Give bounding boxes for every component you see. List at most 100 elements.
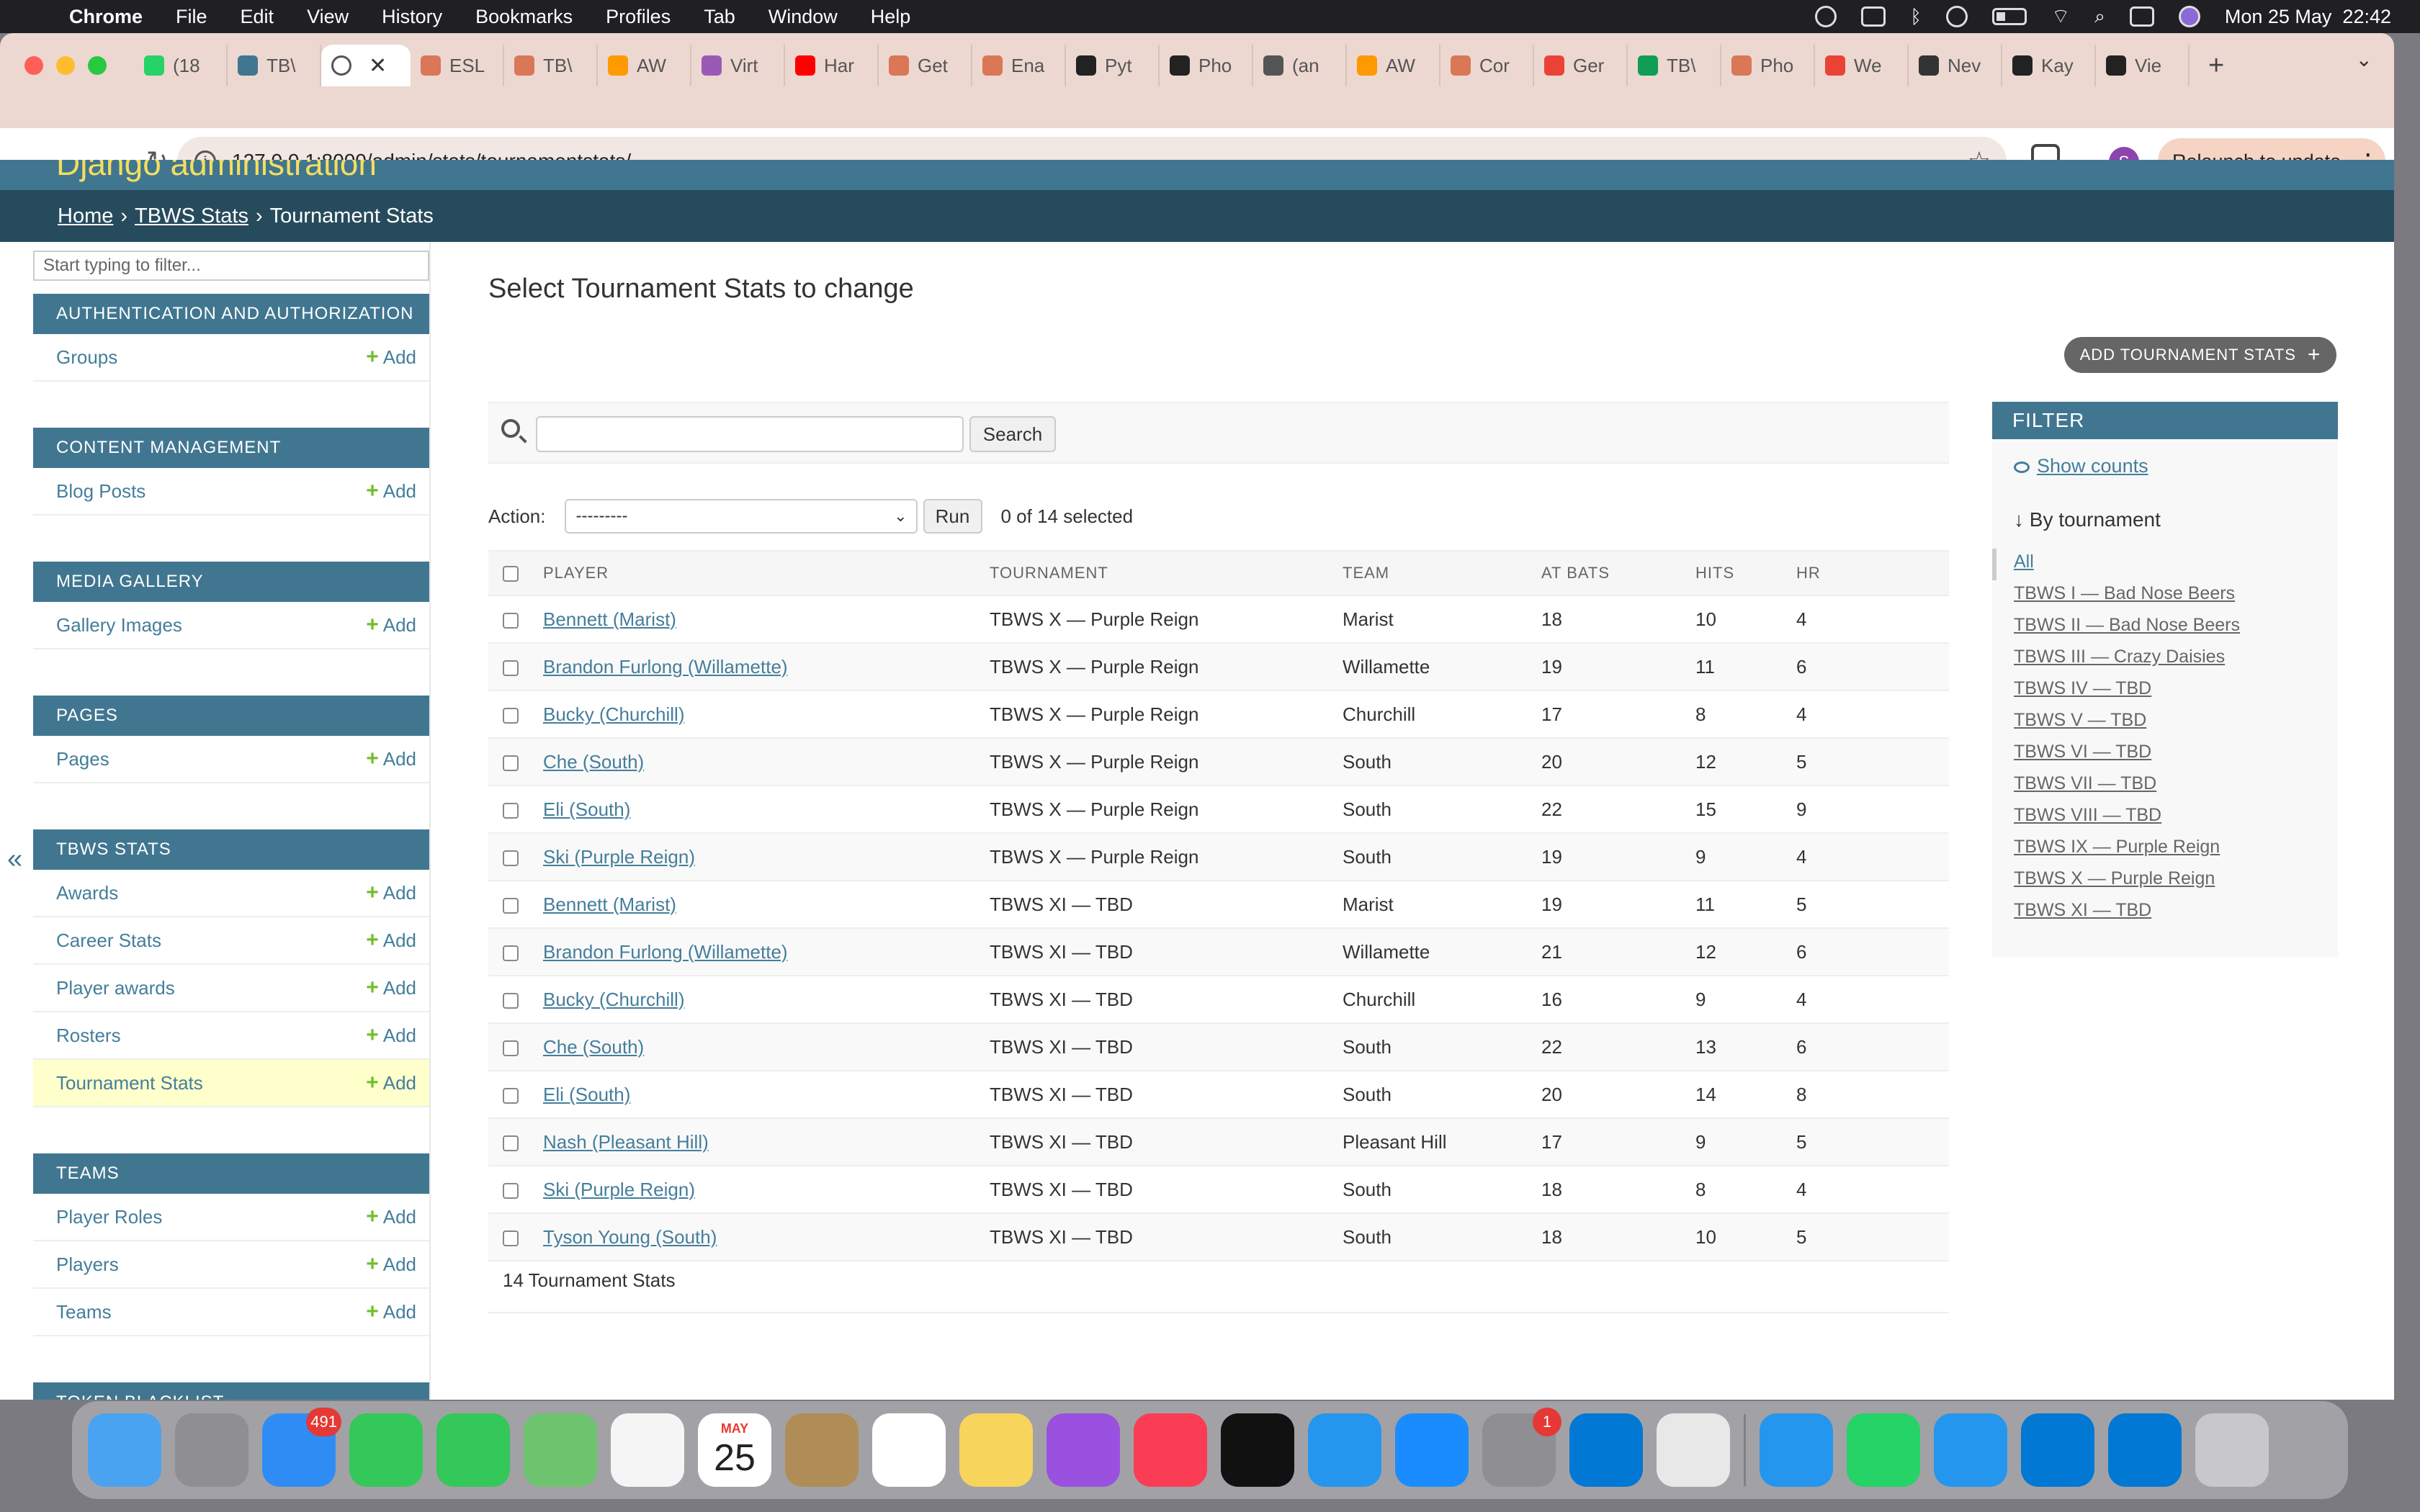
browser-tab[interactable]: Virt [691,45,785,86]
dock-vscode-icon[interactable] [2108,1413,2182,1487]
dock-chrome-icon[interactable] [1657,1413,1730,1487]
dock-app-store-icon[interactable] [1395,1413,1469,1487]
menu-item-window[interactable]: Window [768,6,838,28]
dock-docker-icon[interactable] [1934,1413,2007,1487]
row-checkbox[interactable] [503,707,519,724]
collapse-sidebar-icon[interactable]: « [7,844,22,875]
row-checkbox[interactable] [503,945,519,961]
player-link[interactable]: Eli (South) [543,1084,630,1105]
browser-tab[interactable]: ✕ [321,45,411,86]
add-link[interactable]: + Add [366,479,416,503]
browser-tab[interactable]: Vie [2096,45,2190,86]
row-checkbox[interactable] [503,755,519,771]
module-caption[interactable]: Content Management [33,428,429,468]
dock-docker-icon[interactable] [1760,1413,1833,1487]
sidebar-item-label[interactable]: Tournament Stats [56,1072,203,1094]
module-caption[interactable]: Token Blacklist [33,1382,429,1400]
player-link[interactable]: Eli (South) [543,798,630,820]
filter-choice[interactable]: TBWS I — Bad Nose Beers [2014,583,2240,615]
dock-reminders-icon[interactable] [872,1413,946,1487]
add-link[interactable]: + Add [366,1071,416,1095]
sidebar-item-label[interactable]: Player Roles [56,1206,162,1228]
sidebar-item-career-stats[interactable]: Career Stats + Add [33,917,429,965]
sidebar-item-player-roles[interactable]: Player Roles + Add [33,1194,429,1241]
menu-item-view[interactable]: View [307,6,349,28]
browser-tab[interactable]: (18 [134,45,228,86]
menu-item-edit[interactable]: Edit [241,6,274,28]
sidebar-item-blog-posts[interactable]: Blog Posts + Add [33,468,429,516]
sidebar-item-gallery-images[interactable]: Gallery Images + Add [33,602,429,649]
sidebar-item-label[interactable]: Player awards [56,977,175,999]
player-link[interactable]: Brandon Furlong (Willamette) [543,941,788,963]
dock-calendar-icon[interactable]: MAY 25 [698,1413,771,1487]
filter-by-tournament-heading[interactable]: ↓ By tournament [2014,508,2161,531]
filter-choice[interactable]: TBWS VIII — TBD [2014,805,2240,837]
browser-tab[interactable]: Ena [972,45,1066,86]
player-link[interactable]: Che (South) [543,1036,644,1058]
dock-docker-icon[interactable] [1308,1413,1381,1487]
search-button[interactable]: Search [969,416,1056,452]
add-link[interactable]: + Add [366,1023,416,1048]
dock-whatsapp-icon[interactable] [1847,1413,1920,1487]
dock-finder-icon[interactable] [88,1413,161,1487]
browser-tab[interactable]: Cor [1440,45,1534,86]
browser-tab[interactable]: Kay [2002,45,2096,86]
player-link[interactable]: Tyson Young (South) [543,1226,717,1248]
show-counts-link[interactable]: Show counts [2014,455,2148,477]
menu-app-name[interactable]: Chrome [69,6,143,28]
sidebar-item-label[interactable]: Gallery Images [56,614,182,636]
dock-music-icon[interactable] [1134,1413,1207,1487]
row-checkbox[interactable] [503,1040,519,1056]
dock-trash-icon[interactable] [2195,1413,2269,1487]
player-link[interactable]: Nash (Pleasant Hill) [543,1131,709,1153]
sidebar-item-awards[interactable]: Awards + Add [33,870,429,917]
dock-mail-icon[interactable]: 491 [262,1408,341,1487]
row-checkbox[interactable] [503,992,519,1009]
browser-tab[interactable]: AW [598,45,691,86]
row-checkbox[interactable] [503,1135,519,1151]
player-link[interactable]: Brandon Furlong (Willamette) [543,656,788,678]
siri-icon[interactable] [2178,6,2200,27]
dock-vscode-icon[interactable] [2021,1413,2094,1487]
search-input[interactable] [536,416,964,452]
browser-tab[interactable]: AW [1347,45,1440,86]
sidebar-item-players[interactable]: Players + Add [33,1241,429,1289]
browser-tab[interactable]: We [1815,45,1909,86]
add-link[interactable]: + Add [366,1205,416,1229]
add-link[interactable]: + Add [366,747,416,771]
run-button[interactable]: Run [923,499,982,534]
dock-facetime-icon[interactable] [349,1413,423,1487]
row-checkbox[interactable] [503,1230,519,1246]
tab-search-icon[interactable]: ⌄ [2356,48,2372,71]
dock-photos-icon[interactable] [611,1413,684,1487]
add-link[interactable]: + Add [366,928,416,953]
grammarly-icon[interactable] [1815,6,1837,27]
module-caption[interactable]: Pages [33,696,429,736]
sidebar-item-rosters[interactable]: Rosters + Add [33,1012,429,1060]
select-all-checkbox[interactable] [503,566,519,582]
maximize-window-icon[interactable] [88,56,107,75]
dock-launchpad-icon[interactable] [175,1413,248,1487]
module-caption[interactable]: Authentication and Authorization [33,294,429,334]
filter-choice[interactable]: TBWS V — TBD [2014,710,2240,742]
dock-vscode-icon[interactable] [1569,1413,1643,1487]
add-link[interactable]: + Add [366,1252,416,1277]
module-caption[interactable]: TBWS Stats [33,829,429,870]
row-checkbox[interactable] [503,660,519,676]
column-header[interactable]: HITS [1685,550,1786,596]
bluetooth-icon[interactable]: ᛒ [1910,6,1922,28]
filter-choice[interactable]: TBWS X — Purple Reign [2014,868,2240,900]
browser-tab[interactable]: Pho [1160,45,1253,86]
dock-podcasts-icon[interactable] [1047,1413,1120,1487]
row-checkbox[interactable] [503,850,519,866]
battery-icon[interactable] [1991,8,2027,25]
sidebar-item-pages[interactable]: Pages + Add [33,736,429,783]
sidebar-item-groups[interactable]: Groups + Add [33,334,429,382]
menu-item-profiles[interactable]: Profiles [606,6,671,28]
new-tab-icon[interactable]: + [2208,50,2224,81]
filter-choice[interactable]: TBWS VII — TBD [2014,773,2240,805]
dock-notes-icon[interactable] [959,1413,1033,1487]
add-link[interactable]: + Add [366,345,416,369]
browser-tab[interactable]: Har [785,45,879,86]
sidebar-item-label[interactable]: Rosters [56,1025,121,1047]
